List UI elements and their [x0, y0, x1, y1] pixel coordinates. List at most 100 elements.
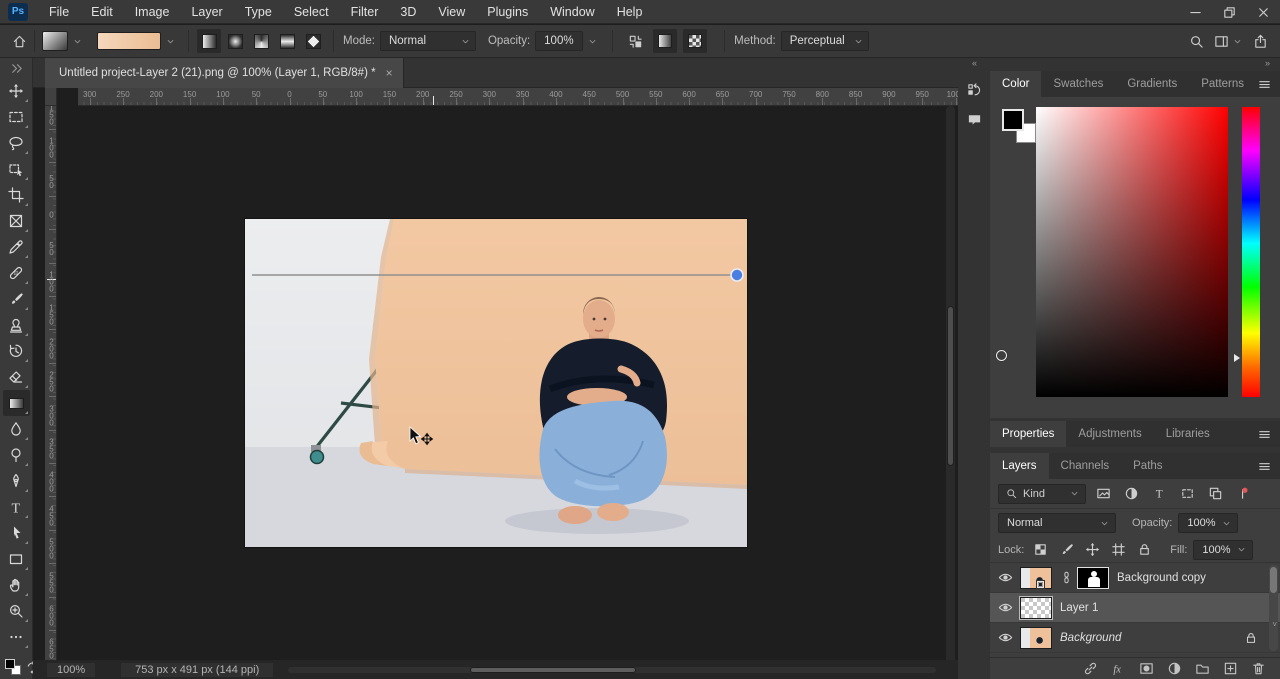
new-group-icon[interactable] — [1195, 661, 1210, 676]
menu-image[interactable]: Image — [124, 0, 181, 24]
type-tool[interactable]: T — [3, 494, 30, 520]
layer-thumbnail[interactable] — [1019, 595, 1053, 620]
rectangular-marquee-tool[interactable] — [3, 104, 30, 130]
tab-gradients[interactable]: Gradients — [1115, 71, 1189, 97]
layer-row[interactable]: Background — [990, 623, 1280, 653]
menu-type[interactable]: Type — [234, 0, 283, 24]
filter-toggle-icon[interactable] — [1232, 484, 1254, 504]
close-tab-icon[interactable]: × — [386, 66, 393, 80]
mode-dropdown[interactable]: Normal — [379, 31, 476, 51]
path-selection-tool[interactable] — [3, 520, 30, 546]
foreground-swatch[interactable] — [1002, 109, 1024, 131]
transparency-toggle[interactable] — [683, 29, 708, 53]
tab-swatches[interactable]: Swatches — [1041, 71, 1115, 97]
delete-layer-icon[interactable] — [1251, 661, 1266, 676]
canvas[interactable] — [245, 219, 747, 547]
lock-all-icon[interactable] — [1134, 541, 1154, 559]
tab-color[interactable]: Color — [990, 71, 1042, 97]
spot-healing-brush-tool[interactable] — [3, 260, 30, 286]
reflected-gradient-button[interactable] — [275, 29, 299, 53]
foreground-background-swatches[interactable] — [5, 659, 21, 675]
blur-tool[interactable] — [3, 416, 30, 442]
layer-name[interactable]: Background — [1060, 632, 1121, 644]
layer-effects-icon[interactable]: fx — [1111, 661, 1126, 676]
edit-toolbar[interactable] — [3, 624, 30, 650]
radial-gradient-button[interactable] — [223, 29, 247, 53]
layer-name[interactable]: Layer 1 — [1060, 602, 1098, 614]
history-panel-icon[interactable] — [962, 77, 986, 101]
vertical-scrollbar[interactable] — [946, 106, 955, 679]
new-layer-icon[interactable] — [1223, 661, 1238, 676]
fill-dropdown[interactable]: 100% — [1193, 539, 1253, 560]
method-dropdown[interactable]: Perceptual — [780, 31, 869, 51]
blend-mode-dropdown[interactable]: Normal — [998, 513, 1116, 533]
gradient-preview-picker[interactable] — [97, 32, 176, 50]
tab-layers[interactable]: Layers — [990, 453, 1049, 479]
hue-slider[interactable] — [1242, 107, 1260, 397]
eyedropper-tool[interactable] — [3, 234, 30, 260]
new-adjustment-layer-icon[interactable] — [1167, 661, 1182, 676]
chevron-down-icon[interactable]: ˅ — [1272, 620, 1277, 629]
layer-row[interactable]: ▣ Background copy — [990, 563, 1280, 593]
tab-paths[interactable]: Paths — [1121, 453, 1174, 479]
menu-window[interactable]: Window — [539, 0, 605, 24]
tab-properties[interactable]: Properties — [990, 421, 1067, 447]
zoom-level[interactable]: 100% — [47, 662, 96, 677]
close-button[interactable] — [1246, 0, 1280, 24]
tab-patterns[interactable]: Patterns — [1189, 71, 1256, 97]
panel-menu-icon[interactable] — [1257, 459, 1272, 474]
layer-thumbnail[interactable] — [1020, 626, 1052, 649]
move-tool[interactable] — [3, 78, 30, 104]
layer-opacity-dropdown[interactable]: 100% — [1178, 513, 1238, 533]
visibility-eye-icon[interactable] — [990, 570, 1020, 585]
link-layers-icon[interactable] — [1083, 661, 1098, 676]
panel-menu-icon[interactable] — [1257, 77, 1272, 92]
menu-edit[interactable]: Edit — [80, 0, 124, 24]
expand-panels-icon[interactable]: » — [1265, 58, 1270, 68]
pen-tool[interactable] — [3, 468, 30, 494]
scrollbar-thumb[interactable] — [947, 306, 954, 466]
visibility-eye-icon[interactable] — [990, 600, 1020, 615]
horizontal-scrollbar[interactable] — [288, 667, 936, 673]
gradient-endpoint-handle[interactable] — [730, 268, 744, 282]
menu-select[interactable]: Select — [283, 0, 340, 24]
horizontal-ruler[interactable]: ˅ 30025020015010050050100150200250300350… — [78, 88, 958, 106]
history-brush-tool[interactable] — [3, 338, 30, 364]
gradient-preset-picker[interactable] — [42, 31, 83, 51]
rectangle-tool[interactable] — [3, 546, 30, 572]
zoom-tool[interactable] — [3, 598, 30, 624]
filter-smart-objects-icon[interactable] — [1204, 484, 1226, 504]
filter-type-layers-icon[interactable]: T — [1148, 484, 1170, 504]
lasso-tool[interactable] — [3, 130, 30, 156]
kind-filter-dropdown[interactable]: Kind — [998, 483, 1086, 504]
eraser-tool[interactable] — [3, 364, 30, 390]
mask-link-icon[interactable] — [1060, 571, 1073, 584]
lock-image-pixels-icon[interactable] — [1056, 541, 1076, 559]
restore-button[interactable] — [1212, 0, 1246, 24]
menu-help[interactable]: Help — [606, 0, 654, 24]
vertical-ruler[interactable]: 1501005005010015020025030035040045050055… — [45, 106, 57, 679]
document-tab[interactable]: Untitled project-Layer 2 (21).png @ 100%… — [45, 58, 404, 88]
scrollbar-thumb[interactable] — [470, 667, 636, 673]
crop-tool[interactable] — [3, 182, 30, 208]
hue-slider-arrow[interactable] — [1234, 354, 1240, 362]
tab-adjustments[interactable]: Adjustments — [1066, 421, 1153, 447]
scrollbar-thumb[interactable] — [1270, 567, 1277, 593]
visibility-eye-icon[interactable] — [990, 630, 1020, 645]
menu-layer[interactable]: Layer — [180, 0, 233, 24]
tab-channels[interactable]: Channels — [1049, 453, 1122, 479]
lock-position-icon[interactable] — [1082, 541, 1102, 559]
search-icon[interactable] — [1189, 34, 1204, 49]
panel-menu-icon[interactable] — [1257, 427, 1272, 442]
comments-panel-icon[interactable] — [962, 107, 986, 131]
frame-tool[interactable] — [3, 208, 30, 234]
color-field-cursor[interactable] — [996, 350, 1007, 361]
layer-row[interactable]: Layer 1 — [990, 593, 1280, 623]
foreground-background-swatches[interactable] — [1002, 109, 1036, 143]
clone-stamp-tool[interactable] — [3, 312, 30, 338]
brush-tool[interactable] — [3, 286, 30, 312]
filter-adjustment-layers-icon[interactable] — [1120, 484, 1142, 504]
menu-3d[interactable]: 3D — [389, 0, 427, 24]
menu-file[interactable]: File — [38, 0, 80, 24]
layer-mask-thumbnail[interactable] — [1077, 566, 1109, 589]
